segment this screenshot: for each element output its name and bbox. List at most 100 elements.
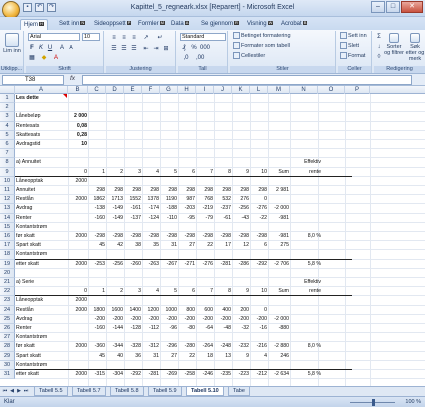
cell-C29[interactable]: 45 [89, 352, 105, 361]
cell-styles-button[interactable]: Cellestiler [233, 52, 265, 60]
row-header-26[interactable]: 26 [0, 324, 15, 334]
cell-H28[interactable]: -280 [179, 342, 195, 351]
tab-hjem[interactable]: Hjem H [20, 19, 48, 30]
cell-J11[interactable]: 298 [215, 186, 231, 195]
formula-input[interactable] [82, 75, 412, 85]
column-header-J[interactable]: J [214, 86, 232, 94]
font-name-select[interactable]: Arial [28, 33, 80, 41]
row-header-16[interactable]: 16 [0, 232, 15, 242]
column-header-G[interactable]: G [160, 86, 178, 94]
column-header-D[interactable]: D [106, 86, 124, 94]
cell-D24[interactable]: 1600 [107, 306, 123, 315]
cell-D26[interactable]: -144 [107, 324, 123, 333]
format-table-button[interactable]: Formater som tabell [233, 42, 290, 50]
row-header-21[interactable]: 21 [0, 278, 15, 288]
row-header-14[interactable]: 14 [0, 213, 15, 223]
cell-B4[interactable]: 0,08 [69, 122, 87, 131]
align-center-icon[interactable]: ☰ [120, 45, 128, 53]
cell-K11[interactable]: 298 [233, 186, 249, 195]
sheet-tab-tabell-5-5[interactable]: Tabell 5.5 [34, 387, 68, 396]
row-header-12[interactable]: 12 [0, 195, 15, 205]
column-header-C[interactable]: C [88, 86, 106, 94]
cell-J17[interactable]: 17 [215, 241, 231, 250]
sheet-tab-tabe[interactable]: Tabe [228, 387, 250, 396]
grow-font-icon[interactable]: A [58, 44, 66, 52]
sheet-tab-tabell-5-8[interactable]: Tabell 5.8 [110, 387, 144, 396]
cell-L24[interactable]: 0 [251, 306, 267, 315]
autosum-icon[interactable]: Σ [375, 33, 383, 41]
cell-D28[interactable]: -344 [107, 342, 123, 351]
cell-M16[interactable]: -981 [269, 232, 289, 241]
column-header-A[interactable]: A [15, 86, 68, 94]
cell-L16[interactable]: -298 [251, 232, 267, 241]
cell-E12[interactable]: 1552 [125, 195, 141, 204]
cell-I31[interactable]: -246 [197, 370, 213, 379]
spreadsheet-grid[interactable]: ABCDEFGHIJKLMNOP 1 Les dette 2 3 Lånebeløp 2 … [0, 86, 425, 386]
cell-C24[interactable]: 1800 [89, 306, 105, 315]
cell-F28[interactable]: -312 [143, 342, 159, 351]
cell-L19[interactable]: -292 [251, 260, 267, 269]
cell-H17[interactable]: 27 [179, 241, 195, 250]
first-sheet-icon[interactable]: ⏮ [2, 388, 8, 395]
cell-I29[interactable]: 18 [197, 352, 213, 361]
increase-indent-icon[interactable]: ⇥ [152, 45, 160, 53]
row-header-22[interactable]: 22 [0, 287, 15, 297]
cell-L12[interactable]: 0 [251, 195, 267, 204]
cell-G11[interactable]: 298 [161, 186, 177, 195]
cell-A17[interactable]: Spart skatt [16, 241, 67, 250]
row-header-5[interactable]: 5 [0, 130, 15, 140]
row-header-31[interactable]: 31 [0, 370, 15, 380]
row-header-1[interactable]: 1 [0, 94, 15, 104]
cell-H14[interactable]: -95 [179, 214, 196, 223]
cell-D16[interactable]: -298 [107, 232, 123, 241]
cell-M26[interactable]: -880 [269, 324, 289, 333]
row-header-15[interactable]: 15 [0, 222, 15, 232]
cell-E26[interactable]: -128 [125, 324, 141, 333]
cell-I25[interactable]: -200 [197, 315, 213, 324]
cell-D14[interactable]: -149 [107, 214, 123, 223]
cell-G17[interactable]: 31 [161, 241, 177, 250]
cell-G12[interactable]: 1190 [161, 195, 177, 204]
column-header-F[interactable]: F [142, 86, 160, 94]
borders-icon[interactable]: ▦ [28, 54, 36, 62]
cell-F24[interactable]: 1200 [143, 306, 159, 315]
row-header-25[interactable]: 25 [0, 314, 15, 324]
align-top-icon[interactable]: ≡ [110, 34, 118, 42]
column-header-I[interactable]: I [196, 86, 214, 94]
clear-icon[interactable]: ◊ [375, 53, 383, 61]
number-format-select[interactable]: Standard [180, 33, 226, 41]
cell-M31[interactable]: -2 634 [269, 370, 289, 379]
column-header-L[interactable]: L [250, 86, 268, 94]
cell-C25[interactable]: -200 [89, 315, 105, 324]
find-select-button[interactable]: Søk etter og merk [405, 33, 425, 62]
cell-B24[interactable]: 2000 [69, 306, 87, 315]
cell-G14[interactable]: -110 [161, 214, 177, 223]
cell-B19[interactable]: 2000 [69, 260, 87, 269]
cell-N28[interactable]: 8,0 % [291, 342, 321, 351]
cell-E11[interactable]: 298 [125, 186, 141, 195]
column-header-K[interactable]: K [232, 86, 250, 94]
decrease-indent-icon[interactable]: ⇤ [142, 45, 150, 53]
row-header-4[interactable]: 4 [0, 121, 15, 131]
name-box[interactable]: T38 [2, 75, 64, 85]
align-left-icon[interactable]: ☰ [110, 45, 118, 53]
cell-M17[interactable]: 275 [269, 241, 289, 250]
cell-E13[interactable]: -161 [125, 204, 141, 213]
cell-G28[interactable]: -296 [161, 342, 177, 351]
zoom-slider-thumb[interactable] [372, 399, 375, 406]
row-header-23[interactable]: 23 [0, 296, 15, 306]
row-header-24[interactable]: 24 [0, 305, 15, 315]
orientation-icon[interactable]: ↗ [142, 34, 150, 42]
cell-E25[interactable]: -200 [125, 315, 141, 324]
cell-D29[interactable]: 40 [107, 352, 123, 361]
cell-J24[interactable]: 400 [215, 306, 231, 315]
prev-sheet-icon[interactable]: ◀ [9, 388, 15, 395]
cell-A31[interactable]: etter skatt [16, 370, 67, 379]
row-header-28[interactable]: 28 [0, 342, 15, 352]
column-header-E[interactable]: E [124, 86, 142, 94]
cell-B31[interactable]: 2000 [69, 370, 87, 379]
cell-B23[interactable]: 2000 [69, 296, 87, 305]
decrease-decimal-icon[interactable]: ,00 [196, 54, 204, 62]
cell-F31[interactable]: -281 [143, 370, 159, 379]
cell-N16[interactable]: 8,0 % [291, 232, 321, 241]
